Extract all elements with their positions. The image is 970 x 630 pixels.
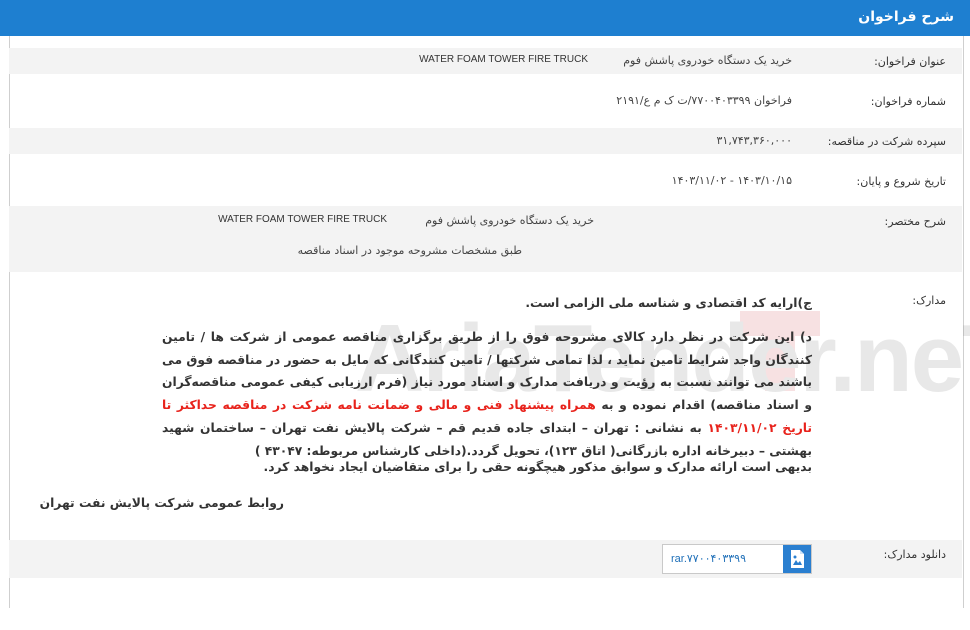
page-title: شرح فراخوان [858,9,954,25]
row-number: شماره فراخوان: فراخوان ۷۷۰۰۴۰۳۳۹۹/ت ک م … [9,88,962,114]
value-title-fa: خرید یک دستگاه خودروی پاشش فوم [623,54,792,67]
value-dates: ۱۴۰۳/۱۰/۱۵ - ۱۴۰۳/۱۱/۰۲ [671,174,792,187]
download-file-name[interactable]: rar.۷۷۰۰۴۰۳۳۹۹ [671,552,746,565]
row-download: دانلود مدارک: [9,540,962,578]
value-summary-fa: خرید یک دستگاه خودروی پاشش فوم [425,214,594,227]
label-dates: تاریخ شروع و پایان: [856,175,946,188]
value-number: فراخوان ۷۷۰۰۴۰۳۳۹۹/ت ک م ع/۲۱۹۱ [616,94,792,107]
image-file-icon [783,545,811,573]
label-download: دانلود مدارک: [883,548,946,561]
page-header: شرح فراخوان [0,0,970,36]
download-link[interactable]: rar.۷۷۰۰۴۰۳۳۹۹ [662,544,812,574]
value-summary-en: WATER FOAM TOWER FIRE TRUCK [218,214,387,225]
value-deposit: ۳۱,۷۴۳,۳۶۰,۰۰۰ [716,134,792,147]
label-docs: مدارک: [912,294,946,307]
row-title: عنوان فراخوان: خرید یک دستگاه خودروی پاش… [9,48,962,74]
label-title: عنوان فراخوان: [874,55,946,68]
docs-paragraph-d: د) این شرکت در نظر دارد کالای مشروحه فوق… [162,326,812,462]
row-summary: شرح مختصر: خرید یک دستگاه خودروی پاشش فو… [9,206,962,272]
value-title-en: WATER FOAM TOWER FIRE TRUCK [419,54,588,65]
docs-note: بدیهی است ارائه مدارک و سوابق مذکور هیچگ… [263,460,812,474]
row-deposit: سپرده شرکت در مناقصه: ۳۱,۷۴۳,۳۶۰,۰۰۰ [9,128,962,154]
docs-item-c: ج)ارایه کد اقتصادی و شناسه ملی الزامی اس… [525,296,812,310]
label-summary: شرح مختصر: [884,215,946,228]
docs-signature: روابط عمومی شرکت پالایش نفت تهران [39,496,284,510]
value-summary-line2: طبق مشخصات مشروحه موجود در اسناد مناقصه [297,244,522,257]
row-dates: تاریخ شروع و پایان: ۱۴۰۳/۱۰/۱۵ - ۱۴۰۳/۱۱… [9,168,962,194]
label-deposit: سپرده شرکت در مناقصه: [827,135,946,148]
label-number: شماره فراخوان: [870,95,946,108]
